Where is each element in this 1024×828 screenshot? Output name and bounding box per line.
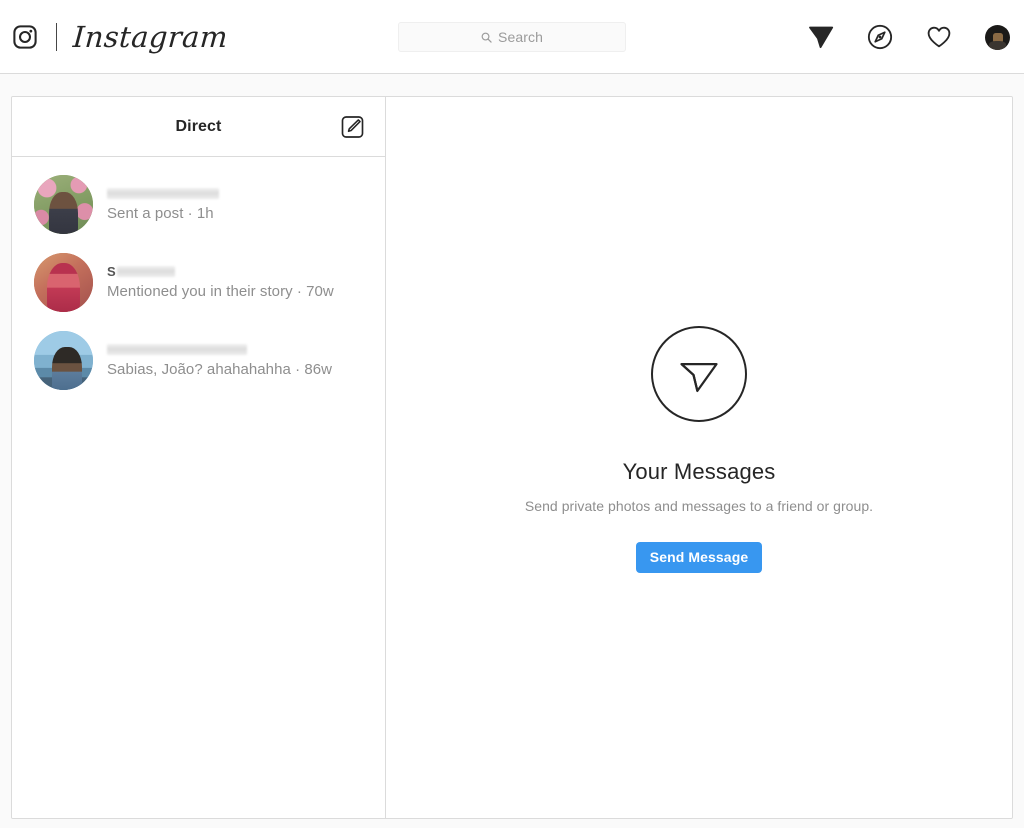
- direct-messages-card: Direct Sent a post · 1h S Mentioned you …: [11, 96, 1013, 819]
- thread-text: S Mentioned you in their story · 70w: [107, 264, 365, 301]
- brand-divider: [56, 23, 57, 51]
- empty-state-panel: Your Messages Send private photos and me…: [386, 97, 1012, 818]
- panel-title: Direct: [175, 117, 222, 135]
- thread-preview: Mentioned you in their story · 70w: [107, 282, 334, 300]
- search-input[interactable]: Search: [398, 22, 626, 52]
- search-icon: [481, 32, 492, 43]
- thread-username-redacted: [107, 342, 365, 357]
- thread-preview: Sabias, João? ahahahahha · 86w: [107, 360, 333, 378]
- empty-state-title: Your Messages: [622, 459, 776, 484]
- threads-header: Direct: [12, 97, 385, 157]
- send-message-button[interactable]: Send Message: [635, 542, 763, 573]
- list-item[interactable]: S Mentioned you in their story · 70w: [12, 243, 385, 321]
- nav-actions: [808, 0, 1010, 74]
- threads-list: Sent a post · 1h S Mentioned you in thei…: [12, 157, 385, 818]
- thread-text: Sabias, João? ahahahahha · 86w: [107, 342, 365, 379]
- thread-username-redacted: S: [107, 264, 365, 279]
- top-navigation-bar: Instagram Search: [0, 0, 1024, 74]
- direct-messages-icon[interactable]: [808, 24, 834, 50]
- instagram-wordmark[interactable]: Instagram: [72, 20, 229, 54]
- send-message-circle-icon: [651, 326, 747, 422]
- list-item[interactable]: Sent a post · 1h: [12, 165, 385, 243]
- thread-preview: Sent a post · 1h: [107, 204, 214, 222]
- thread-text: Sent a post · 1h: [107, 186, 365, 223]
- explore-icon[interactable]: [867, 24, 893, 50]
- search-placeholder-text: Search: [498, 29, 543, 45]
- thread-avatar: [34, 252, 93, 312]
- thread-username-redacted: [107, 186, 365, 201]
- activity-icon[interactable]: [926, 24, 952, 50]
- threads-panel: Direct Sent a post · 1h S Mentioned you …: [12, 97, 386, 818]
- thread-avatar: [34, 174, 93, 234]
- new-message-pencil-icon[interactable]: [340, 114, 365, 139]
- instagram-camera-icon[interactable]: [12, 24, 38, 50]
- empty-state-subtitle: Send private photos and messages to a fr…: [524, 498, 874, 514]
- thread-avatar: [34, 330, 93, 390]
- list-item[interactable]: Sabias, João? ahahahahha · 86w: [12, 321, 385, 399]
- nav-brand[interactable]: Instagram: [12, 0, 229, 74]
- profile-avatar[interactable]: [985, 24, 1010, 50]
